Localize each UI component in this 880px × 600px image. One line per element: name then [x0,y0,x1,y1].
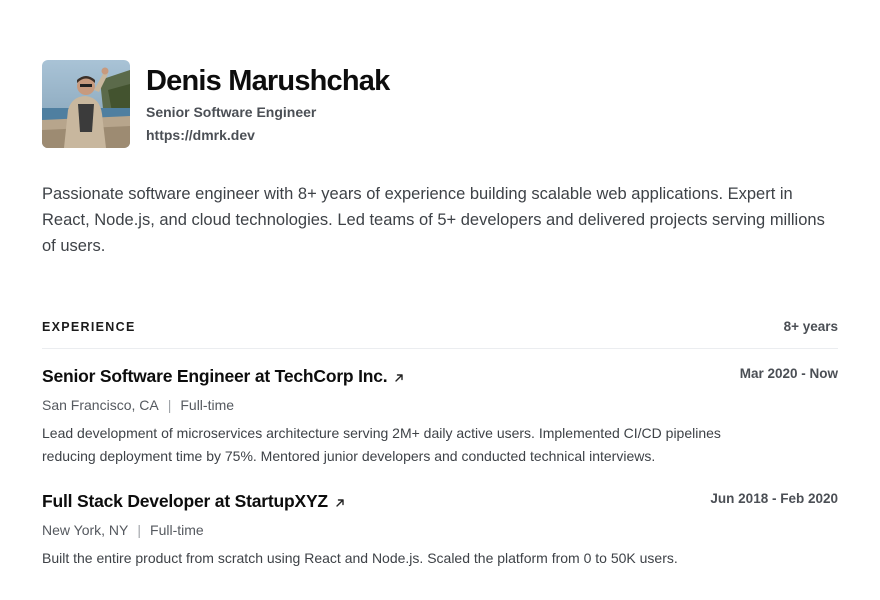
resume-page: Denis Marushchak Senior Software Enginee… [0,0,880,600]
job-location: New York, NY [42,522,129,538]
job-title[interactable]: Senior Software Engineer at TechCorp Inc… [42,365,388,387]
avatar [42,60,130,148]
profile-header: Denis Marushchak Senior Software Enginee… [42,60,838,148]
job-dates: Jun 2018 - Feb 2020 [710,491,838,506]
website-link[interactable]: https://dmrk.dev [146,127,255,144]
job-title[interactable]: Full Stack Developer at StartupXYZ [42,490,328,512]
meta-separator: | [167,397,172,413]
job-description: Built the entire product from scratch us… [42,550,678,566]
job-dates: Mar 2020 - Now [739,366,838,381]
external-link-icon[interactable] [334,497,346,509]
job-type: Full-time [150,522,204,538]
job-type: Full-time [180,397,235,413]
experience-total: 8+ years [783,319,838,334]
profile-summary: Passionate software engineer with 8+ yea… [42,185,825,255]
external-link-icon[interactable] [393,372,405,384]
job-title-link[interactable]: Full Stack Developer at StartupXYZ [42,490,710,512]
job-meta: New York, NY | Full-time [42,522,710,539]
job-entry: Senior Software Engineer at TechCorp Inc… [42,365,838,468]
job-title-link[interactable]: Senior Software Engineer at TechCorp Inc… [42,365,722,387]
job-description: Lead development of microservices archit… [42,425,721,464]
job-entry: Full Stack Developer at StartupXYZ New Y… [42,490,838,570]
job-meta: San Francisco, CA | Full-time [42,397,722,414]
meta-separator: | [137,522,142,538]
profile-title: Senior Software Engineer [146,104,317,120]
experience-header: EXPERIENCE 8+ years [42,319,838,349]
job-details: Full Stack Developer at StartupXYZ New Y… [42,490,710,570]
job-details: Senior Software Engineer at TechCorp Inc… [42,365,722,468]
experience-heading: EXPERIENCE [42,319,136,334]
job-location: San Francisco, CA [42,397,159,413]
profile-name: Denis Marushchak [146,65,390,97]
profile-identity: Denis Marushchak Senior Software Enginee… [146,60,390,145]
